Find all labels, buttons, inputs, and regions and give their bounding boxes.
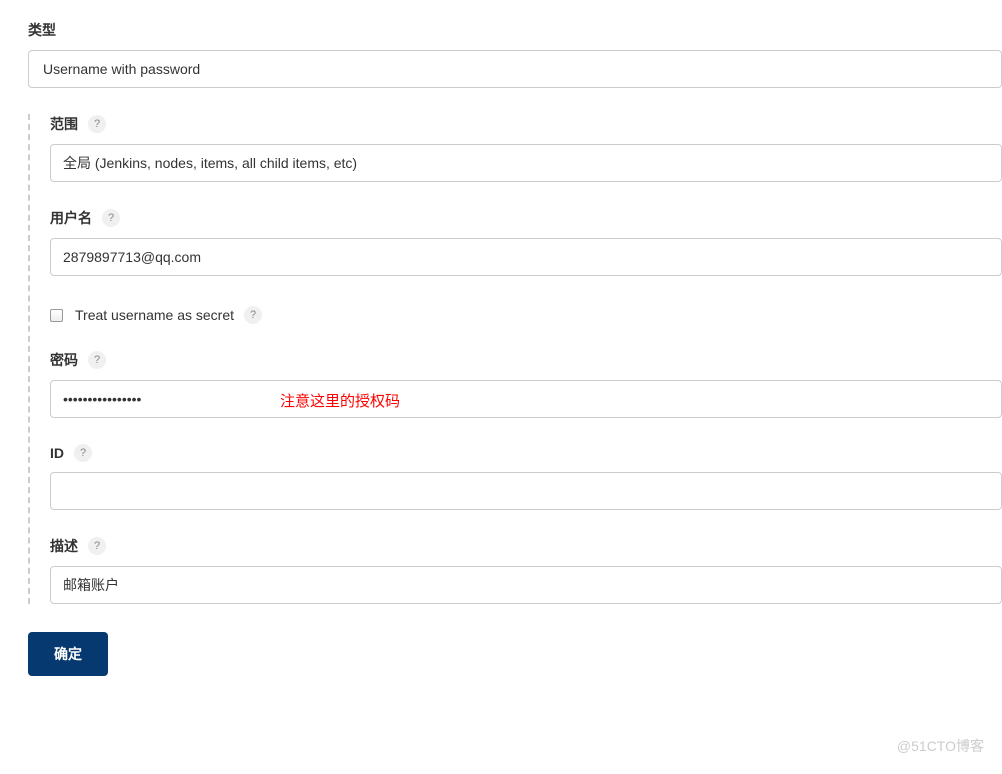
watermark: @51CTO博客 — [897, 736, 984, 756]
username-input[interactable] — [50, 238, 1002, 276]
scope-select[interactable] — [50, 144, 1002, 182]
treat-secret-row: Treat username as secret ? — [50, 306, 1002, 324]
description-label: 描述 — [50, 536, 78, 556]
id-label: ID — [50, 445, 64, 461]
username-field: 用户名 ? — [50, 208, 1002, 276]
password-field: 密码 ? 注意这里的授权码 — [50, 350, 1002, 418]
description-field: 描述 ? — [50, 536, 1002, 604]
help-icon[interactable]: ? — [244, 306, 262, 324]
id-input[interactable] — [50, 472, 1002, 510]
help-icon[interactable]: ? — [88, 537, 106, 555]
help-icon[interactable]: ? — [88, 115, 106, 133]
treat-secret-checkbox[interactable] — [50, 309, 63, 322]
scope-label: 范围 — [50, 114, 78, 134]
password-label: 密码 — [50, 350, 78, 370]
submit-button[interactable]: 确定 — [28, 632, 108, 676]
treat-secret-label: Treat username as secret — [75, 307, 234, 323]
type-select[interactable] — [28, 50, 1002, 88]
help-icon[interactable]: ? — [74, 444, 92, 462]
help-icon[interactable]: ? — [102, 209, 120, 227]
password-input[interactable] — [50, 380, 1002, 418]
scope-field: 范围 ? — [50, 114, 1002, 182]
id-field: ID ? — [50, 444, 1002, 510]
description-input[interactable] — [50, 566, 1002, 604]
credential-form-section: 范围 ? 用户名 ? Treat username as secret ? 密码… — [28, 114, 1002, 604]
help-icon[interactable]: ? — [88, 351, 106, 369]
username-label: 用户名 — [50, 208, 92, 228]
type-label: 类型 — [28, 20, 1002, 40]
